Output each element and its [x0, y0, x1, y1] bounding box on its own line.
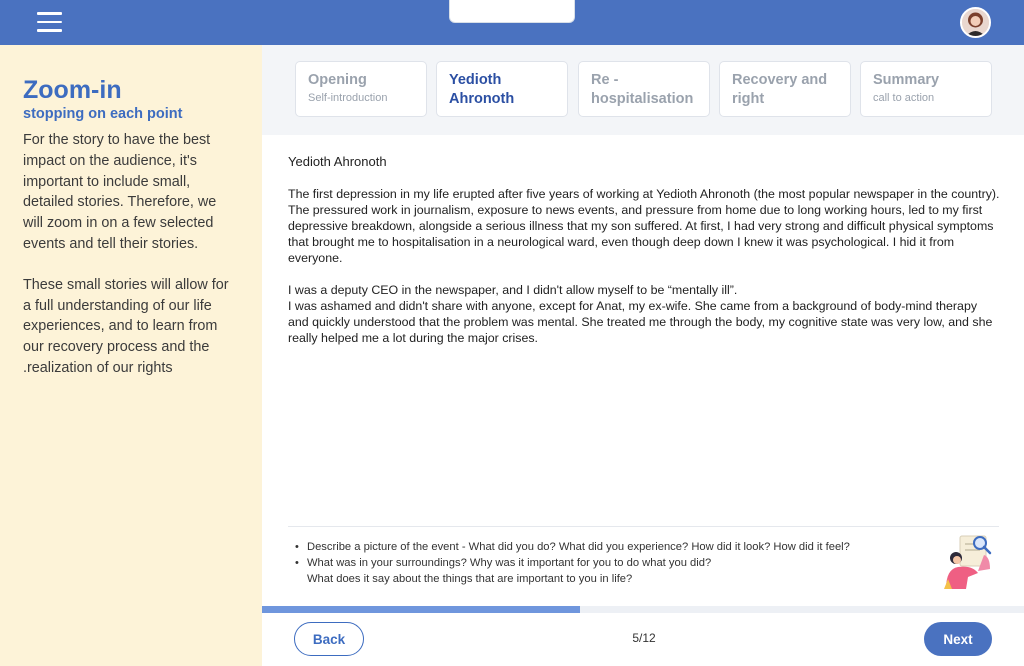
question-item: What was in your surroundings? Why was i… [292, 555, 922, 587]
tab-title: Opening [308, 72, 367, 88]
top-pull-tab[interactable] [449, 0, 575, 23]
story-paragraph: I was ashamed and didn't share with anyo… [288, 299, 993, 345]
tab-yedioth-ahronoth[interactable]: Yedioth Ahronoth [436, 61, 568, 117]
progress-bar [262, 606, 1024, 613]
tab-recovery-and-right[interactable]: Recovery and right [719, 61, 851, 117]
page-counter: 5/12 [632, 631, 656, 645]
story-tabs: Opening Self-introduction Yedioth Ahrono… [262, 45, 1024, 135]
sidebar-paragraph: These small stories will allow for a ful… [23, 276, 229, 376]
question-item: Describe a picture of the event - What d… [292, 539, 922, 555]
question-text: Describe a picture of the event - What d… [307, 541, 850, 553]
story-heading: Yedioth Ahronoth [288, 154, 387, 169]
tab-subtitle: call to action [873, 92, 935, 104]
tab-opening[interactable]: Opening Self-introduction [295, 61, 427, 117]
story-content: Yedioth Ahronoth The first depression in… [288, 154, 1000, 362]
tab-summary[interactable]: Summary call to action [860, 61, 992, 117]
sidebar-subtitle: stopping on each point [23, 106, 183, 122]
tab-subtitle: Self-introduction [308, 92, 388, 104]
divider [288, 526, 999, 527]
story-paragraph: The first depression in my life erupted … [288, 187, 1000, 265]
sidebar: Zoom-in stopping on each point For the s… [0, 45, 262, 666]
question-text-continued: What does it say about the things that a… [307, 573, 633, 585]
sidebar-paragraph: For the story to have the best impact on… [23, 132, 217, 252]
guiding-questions: Describe a picture of the event - What d… [292, 539, 922, 587]
top-bar [0, 0, 1024, 45]
back-button[interactable]: Back [294, 622, 364, 656]
sidebar-title: Zoom-in [23, 76, 122, 104]
person-with-magnifier-illustration [938, 533, 998, 591]
tab-re-hospitalisation[interactable]: Re - hospitalisation [578, 61, 710, 117]
tab-title: Summary [873, 72, 940, 88]
story-paragraph: I was a deputy CEO in the newspaper, and… [288, 283, 738, 297]
tab-title: Re - hospitalisation [591, 72, 694, 107]
progress-fill [262, 606, 580, 613]
tab-title: Yedioth Ahronoth [449, 72, 515, 107]
next-button[interactable]: Next [924, 622, 992, 656]
user-avatar[interactable] [960, 7, 991, 38]
question-text: What was in your surroundings? Why was i… [307, 557, 712, 569]
hamburger-menu-icon[interactable] [37, 12, 62, 32]
tab-title: Recovery and right [732, 72, 828, 107]
avatar-icon [962, 9, 989, 36]
